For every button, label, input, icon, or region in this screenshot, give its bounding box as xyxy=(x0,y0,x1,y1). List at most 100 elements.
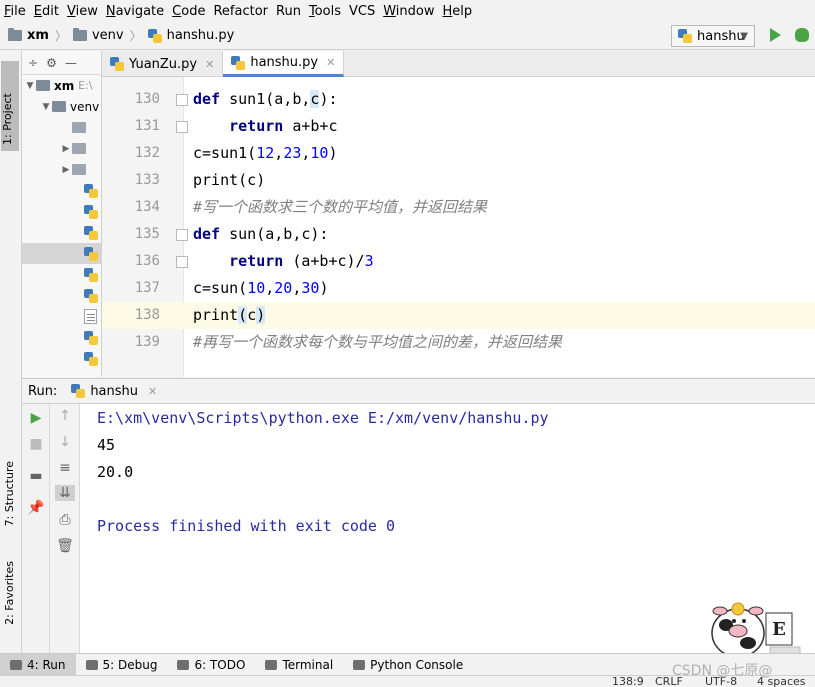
menu-vcs[interactable]: VCS xyxy=(349,4,375,19)
code-line[interactable]: 136 return (a+b+c)/3 xyxy=(102,248,815,275)
arrow-up-icon[interactable]: ↑ xyxy=(55,408,75,424)
menu-navigate[interactable]: Navigate xyxy=(106,4,164,19)
code-text: c xyxy=(247,306,257,324)
stop-icon[interactable]: ■ xyxy=(26,436,46,452)
fold-icon[interactable] xyxy=(176,94,188,106)
favorites-tool-tab[interactable]: 2: Favorites xyxy=(3,561,16,625)
code-highlight: ) xyxy=(256,306,266,324)
close-icon[interactable]: ✕ xyxy=(205,58,214,71)
code-line[interactable]: 131 return a+b+c xyxy=(102,113,815,140)
run-tab-hanshu[interactable]: hanshu ✕ xyxy=(71,384,157,399)
run-panel-label: Run: xyxy=(28,383,58,399)
python-file-icon xyxy=(110,57,124,71)
bottom-tab-run[interactable]: 4: Run xyxy=(0,653,76,676)
code-editor[interactable]: 130 def sun1(a,b,c): 131 return a+b+c 13… xyxy=(102,77,815,377)
tree-item[interactable] xyxy=(22,117,101,138)
chevron-down-icon: ▼ xyxy=(42,101,50,112)
arrow-down-icon[interactable]: ↓ xyxy=(55,434,75,450)
menu-file[interactable]: File xyxy=(4,4,26,19)
code-keyword: def xyxy=(193,90,221,108)
tab-yuanzu[interactable]: YuanZu.py ✕ xyxy=(102,51,224,77)
run-icon[interactable] xyxy=(770,28,781,42)
bottom-tab-python-console[interactable]: Python Console xyxy=(343,654,473,676)
layout-icon[interactable]: ▬ xyxy=(26,468,46,484)
soft-wrap-icon[interactable]: ≡ xyxy=(55,460,75,476)
code-text: ) xyxy=(319,279,329,297)
editor-tab-bar: YuanZu.py ✕ hanshu.py ✕ xyxy=(102,51,815,77)
code-line-current[interactable]: 138 print(c) xyxy=(102,302,815,329)
code-line[interactable]: 139 #再写一个函数求每个数与平均值之间的差，并返回结果 xyxy=(102,329,815,356)
bottom-tab-terminal[interactable]: Terminal xyxy=(255,654,343,676)
caret-position[interactable]: 138:9 xyxy=(612,675,644,687)
line-number: 137 xyxy=(134,280,160,296)
print-icon[interactable]: ⎙ xyxy=(55,512,75,528)
tree-item-selected[interactable] xyxy=(22,243,101,264)
tree-item[interactable] xyxy=(22,348,101,369)
line-number: 132 xyxy=(134,145,160,161)
menu-view[interactable]: View xyxy=(67,4,98,19)
menu-help[interactable]: Help xyxy=(442,4,472,19)
tree-item[interactable] xyxy=(22,327,101,348)
python-icon xyxy=(71,384,86,398)
folder-icon xyxy=(72,164,86,175)
trash-icon[interactable]: 🗑 xyxy=(55,538,75,554)
python-file-icon xyxy=(84,246,98,261)
code-keyword: return xyxy=(229,252,284,270)
collapse-icon[interactable]: ÷ xyxy=(28,56,38,70)
code-text: c=sun1( xyxy=(193,144,257,162)
tree-item[interactable] xyxy=(22,264,101,285)
bottom-tab-debug[interactable]: 5: Debug xyxy=(76,654,168,676)
menu-code[interactable]: Code xyxy=(172,4,205,19)
tree-item[interactable]: ▶ xyxy=(22,159,101,180)
code-keyword: def xyxy=(193,225,221,243)
close-icon[interactable]: ✕ xyxy=(326,56,335,69)
folder-icon xyxy=(72,122,86,133)
breadcrumb-folder[interactable]: venv xyxy=(72,28,124,43)
breadcrumb-file[interactable]: hanshu.py xyxy=(147,28,234,43)
project-panel: ÷ ⚙ — ▼ xm E:\ ▼ venv ▶ ▶ xyxy=(22,51,102,377)
scroll-to-end-icon[interactable]: ⇊ xyxy=(55,485,75,501)
code-line[interactable]: 132 c=sun1(12,23,10) xyxy=(102,140,815,167)
tree-item[interactable] xyxy=(22,180,101,201)
code-keyword: return xyxy=(229,117,284,135)
code-line[interactable]: 134 #写一个函数求三个数的平均值，并返回结果 xyxy=(102,194,815,221)
code-line[interactable]: 133 print(c) xyxy=(102,167,815,194)
breadcrumb-project[interactable]: xm xyxy=(8,28,49,43)
tree-item[interactable] xyxy=(22,201,101,222)
menu-edit[interactable]: Edit xyxy=(34,4,59,19)
fold-icon[interactable] xyxy=(176,256,188,268)
tree-venv[interactable]: ▼ venv xyxy=(22,96,101,117)
menu-run[interactable]: Run xyxy=(276,4,301,19)
pin-icon[interactable]: 📌 xyxy=(26,500,46,516)
close-icon[interactable]: ✕ xyxy=(148,385,157,398)
menu-refactor[interactable]: Refactor xyxy=(213,4,268,19)
folder-icon xyxy=(52,101,66,112)
text-file-icon xyxy=(84,309,97,324)
rerun-icon[interactable]: ▶ xyxy=(26,410,46,426)
run-config-selector[interactable]: hanshu ▼ xyxy=(671,25,755,47)
menu-window[interactable]: Window xyxy=(383,4,434,19)
line-number: 133 xyxy=(134,172,160,188)
tree-root[interactable]: ▼ xm E:\ xyxy=(22,75,101,96)
tree-item[interactable] xyxy=(22,306,101,327)
python-file-icon xyxy=(84,351,98,366)
tree-item[interactable] xyxy=(22,222,101,243)
folder-icon xyxy=(36,80,50,91)
bottom-tab-todo[interactable]: 6: TODO xyxy=(167,654,255,676)
fold-icon[interactable] xyxy=(176,229,188,241)
tab-hanshu[interactable]: hanshu.py ✕ xyxy=(223,51,345,77)
project-tool-tab[interactable]: 1: Project xyxy=(1,61,19,151)
code-line[interactable]: 137 c=sun(10,20,30) xyxy=(102,275,815,302)
code-line[interactable]: 130 def sun1(a,b,c): xyxy=(102,86,815,113)
structure-tool-tab[interactable]: 7: Structure xyxy=(3,461,16,526)
tree-item[interactable] xyxy=(22,285,101,306)
hide-icon[interactable]: — xyxy=(65,56,77,70)
debug-icon[interactable] xyxy=(795,28,809,42)
chevron-down-icon: ▼ xyxy=(26,80,34,91)
tree-item[interactable]: ▶ xyxy=(22,138,101,159)
svg-text:E: E xyxy=(772,619,786,640)
menu-tools[interactable]: Tools xyxy=(309,4,341,19)
fold-icon[interactable] xyxy=(176,121,188,133)
gear-icon[interactable]: ⚙ xyxy=(46,56,57,70)
code-line[interactable]: 135 def sun(a,b,c): xyxy=(102,221,815,248)
